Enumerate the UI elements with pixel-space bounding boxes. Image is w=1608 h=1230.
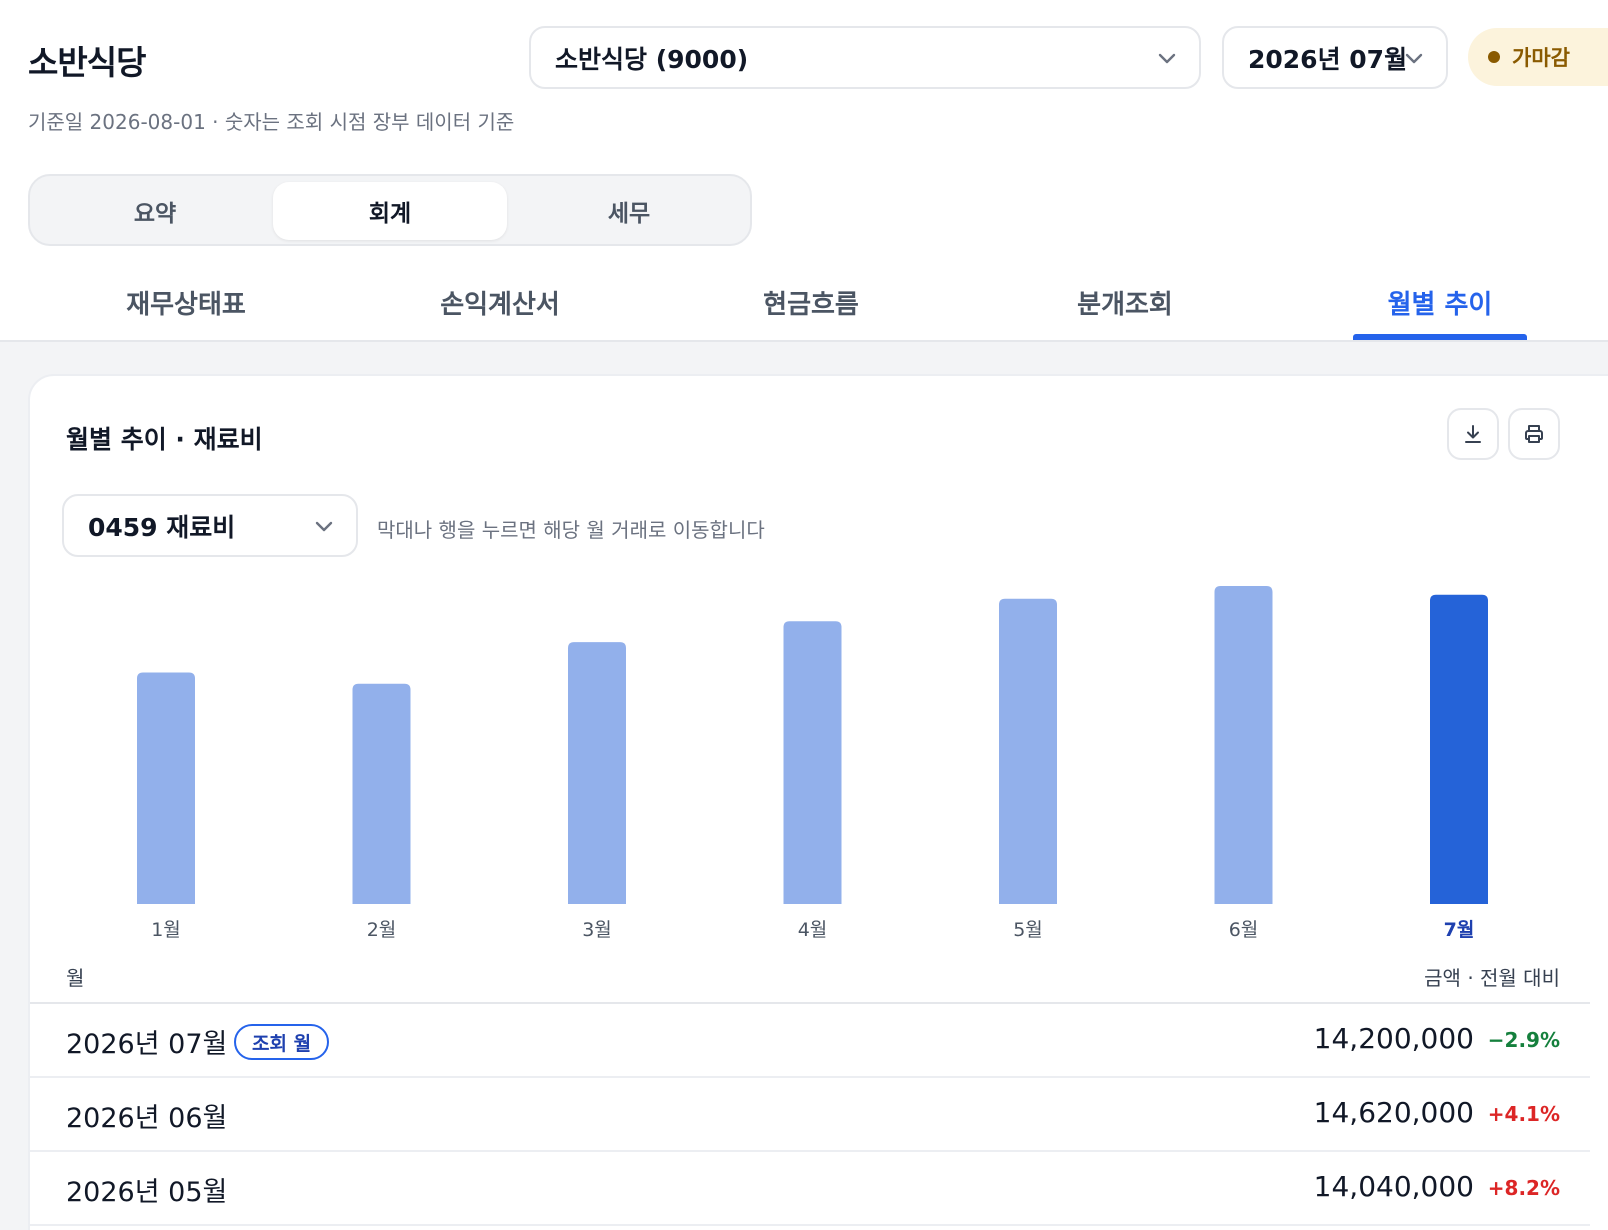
row-amount: 14,040,000 <box>1313 1170 1474 1203</box>
row-change: −2.9% <box>1487 1028 1560 1052</box>
bar-5[interactable] <box>999 598 1057 904</box>
table-row[interactable]: 2026년 06월 14,620,000 +4.1% <box>30 1078 1590 1152</box>
segment-summary[interactable]: 요약 <box>38 182 272 240</box>
table-header: 월 금액 · 전월 대비 <box>30 954 1590 1004</box>
status-dot-icon <box>1488 51 1500 63</box>
x-tick-label: 1월 <box>151 919 181 941</box>
segment-label: 회계 <box>368 201 412 227</box>
segment-tax[interactable]: 세무 <box>512 182 746 240</box>
report-tabs: 재무상태표 손익계산서 현금흐름 분개조회 월별 추이 <box>0 264 1608 342</box>
column-header-amount: 금액 · 전월 대비 <box>1424 966 1560 990</box>
month-select-value: 2026년 07월 <box>1248 44 1408 74</box>
download-button[interactable] <box>1447 408 1499 460</box>
row-month: 2026년 05월 <box>66 1177 228 1208</box>
bar-4[interactable] <box>783 621 842 904</box>
table-row[interactable]: 2026년 07월 조회 월 14,200,000 −2.9% <box>30 1004 1590 1078</box>
status-badge-label: 가마감 <box>1512 46 1570 70</box>
tab-label: 손익계산서 <box>440 289 560 320</box>
row-month: 2026년 07월 <box>66 1029 228 1060</box>
row-change: +8.2% <box>1487 1176 1560 1200</box>
company-select-value: 소반식당 (9000) <box>555 44 749 74</box>
row-amount: 14,620,000 <box>1313 1096 1474 1129</box>
print-button[interactable] <box>1508 408 1560 460</box>
segment-control: 요약 회계 세무 <box>28 174 752 246</box>
trend-card: 월별 추이 · 재료비 0459 재료비 막대나 행을 누르면 해당 월 거래로… <box>28 374 1608 1230</box>
tab-monthly-trend[interactable]: 월별 추이 <box>1350 264 1530 340</box>
segment-label: 요약 <box>133 201 177 227</box>
row-amount: 14,200,000 <box>1313 1022 1474 1055</box>
company-select[interactable]: 소반식당 (9000) <box>529 26 1201 89</box>
tab-label: 분개조회 <box>1077 289 1173 320</box>
monthly-bar-chart: 1월 2월 3월 4월 5월 6월 7월 <box>137 586 1488 941</box>
row-change: +4.1% <box>1487 1102 1560 1126</box>
chart-hint: 막대나 행을 누르면 해당 월 거래로 이동합니다 <box>377 518 765 542</box>
current-month-badge: 조회 월 <box>234 1024 330 1060</box>
bar-3[interactable] <box>568 642 626 904</box>
header-area: 소반식당 기준일 2026-08-01 · 숫자는 조회 시점 장부 데이터 기… <box>0 0 1608 342</box>
status-badge: 가마감 <box>1468 28 1608 86</box>
month-select[interactable]: 2026년 07월 <box>1222 26 1448 89</box>
tab-label: 현금흐름 <box>763 289 859 320</box>
bar-6[interactable] <box>1214 586 1273 904</box>
table-row[interactable]: 2026년 05월 14,040,000 +8.2% <box>30 1152 1590 1226</box>
tab-cash-flow[interactable]: 현금흐름 <box>721 264 901 340</box>
tab-label: 재무상태표 <box>126 289 246 320</box>
chevron-down-icon <box>1158 53 1176 63</box>
card-title: 월별 추이 · 재료비 <box>66 425 263 454</box>
bar-7[interactable] <box>1430 594 1488 904</box>
tab-label: 월별 추이 <box>1387 289 1493 320</box>
row-month: 2026년 06월 <box>66 1103 228 1134</box>
x-tick-label: 4월 <box>798 919 828 941</box>
tab-journal[interactable]: 분개조회 <box>1035 264 1215 340</box>
active-tab-indicator <box>1353 334 1527 340</box>
segment-label: 세무 <box>607 201 651 227</box>
column-header-month: 월 <box>66 966 85 990</box>
print-icon <box>1525 425 1543 443</box>
x-tick-label: 3월 <box>582 919 612 941</box>
download-icon <box>1465 425 1481 443</box>
chevron-down-icon <box>315 521 333 531</box>
page-title: 소반식당 <box>28 43 146 82</box>
bar-2[interactable] <box>352 683 411 904</box>
account-select[interactable]: 0459 재료비 <box>62 494 358 557</box>
x-tick-label: 6월 <box>1229 919 1259 941</box>
chevron-down-icon <box>1405 53 1423 63</box>
segment-accounting[interactable]: 회계 <box>273 182 507 240</box>
x-tick-label: 5월 <box>1013 919 1043 941</box>
x-tick-label: 7월 <box>1444 919 1475 941</box>
account-select-value: 0459 재료비 <box>88 512 236 542</box>
bar-1[interactable] <box>137 672 195 904</box>
x-tick-label: 2월 <box>367 919 397 941</box>
tab-balance-sheet[interactable]: 재무상태표 <box>96 264 276 340</box>
tab-income-statement[interactable]: 손익계산서 <box>410 264 590 340</box>
page-subtitle: 기준일 2026-08-01 · 숫자는 조회 시점 장부 데이터 기준 <box>28 110 515 134</box>
